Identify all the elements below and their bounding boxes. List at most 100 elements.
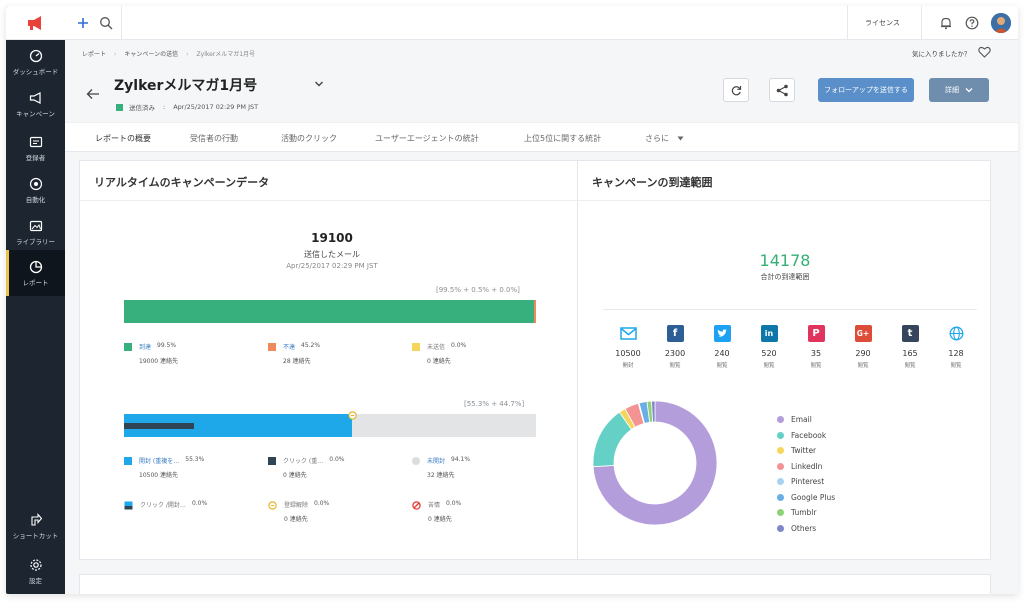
legend-label: Google Plus <box>791 492 836 502</box>
legend-swatch <box>268 343 276 351</box>
heart-icon[interactable] <box>978 46 991 58</box>
share-button[interactable] <box>769 78 795 102</box>
library-icon <box>29 220 42 231</box>
sidebar-item-library[interactable]: ライブラリー <box>6 212 65 252</box>
tab-report-overview[interactable]: レポートの概要 <box>95 133 151 144</box>
channel-label: 閲覧 <box>810 363 822 369</box>
status-separator: : <box>163 103 166 111</box>
legend-name: 苦情 <box>428 502 441 509</box>
legend-label: Email <box>791 415 812 425</box>
details-dropdown-button[interactable]: 詳細 <box>929 78 989 102</box>
tab-top5-stats[interactable]: 上位5位に関する統計 <box>524 133 601 144</box>
chevron-right-icon: › <box>114 51 117 58</box>
channel-label: 閲覧 <box>763 363 775 369</box>
chevron-down-icon[interactable] <box>314 80 324 88</box>
globe-icon <box>948 325 965 342</box>
bounced-segment <box>533 300 536 323</box>
legend-sub: 28 連絡先 <box>283 358 311 365</box>
sidebar-item-label: レポート <box>22 278 49 287</box>
legend-swatch <box>412 343 420 351</box>
sidebar-item-reports[interactable]: レポート <box>6 250 65 296</box>
tab-recipient-activity[interactable]: 受信者の行動 <box>190 133 238 144</box>
donut-legend-item[interactable]: Pinterest <box>777 474 835 490</box>
legend-name[interactable]: 到達 <box>139 342 151 351</box>
details-label: 詳細 <box>945 86 959 94</box>
legend-label: Facebook <box>791 430 827 440</box>
automation-icon <box>29 177 42 190</box>
app-logo[interactable] <box>6 6 65 40</box>
report-icon <box>29 260 42 273</box>
channel-value: 2300 <box>664 349 686 358</box>
channel-facebook: f 2300 閲覧 <box>652 325 698 369</box>
license-link[interactable]: ライセンス <box>865 18 900 28</box>
legend-pct: 0.0% <box>329 456 345 463</box>
donut-legend-item[interactable]: Google Plus <box>777 490 835 506</box>
sidebar-item-contacts[interactable]: 登録者 <box>6 128 65 168</box>
legend-sub: 0 連絡先 <box>428 516 452 523</box>
channel-pinterest: P 35 閲覧 <box>793 325 839 369</box>
sidebar-item-label: 登録者 <box>25 153 46 162</box>
legend-dot <box>777 493 784 501</box>
breadcrumb-item[interactable]: キャンペーンの送信 <box>124 51 178 58</box>
back-arrow-icon[interactable] <box>86 88 100 100</box>
legend-dot <box>777 509 784 517</box>
legend-label: LinkedIn <box>791 461 823 471</box>
sidebar-item-shortcuts[interactable]: ショートカット <box>6 506 65 546</box>
breadcrumb-item[interactable]: レポート <box>82 51 106 58</box>
legend-name[interactable]: 開封 (重複を… <box>139 456 179 465</box>
favorite-prompt: 気に入りましたか？ <box>912 50 971 58</box>
legend-complaints: 苦情 0.0% 0 連絡先 <box>412 500 461 523</box>
facebook-icon: f <box>666 325 684 342</box>
channel-stats-row: 10500 開封 f 2300 閲覧 240 閲覧 in 520 閲覧 P 35… <box>603 309 977 389</box>
chevron-down-icon <box>965 88 973 93</box>
tab-click-activity[interactable]: 活動のクリック <box>281 133 337 144</box>
click-open-icon <box>124 501 133 510</box>
search-icon[interactable] <box>99 16 113 30</box>
megaphone-icon <box>29 91 41 104</box>
legend-sub: 0 連絡先 <box>427 358 451 365</box>
legend-bounced: 不達 45.2% 28 連絡先 <box>268 342 320 365</box>
legend-name[interactable]: 未開封 <box>427 456 445 465</box>
channel-label: 閲覧 <box>669 363 681 369</box>
legend-name: クリック /開封… <box>140 502 186 509</box>
sidebar-item-label: キャンペーン <box>16 109 55 118</box>
app-window: ダッシュボード キャンペーン 登録者 自動化 ライブラリー レポート ショートカ… <box>6 6 1018 594</box>
sent-label: 送信したメール <box>304 250 360 259</box>
sidebar-item-campaigns[interactable]: キャンペーン <box>6 84 65 124</box>
open-rate-bar <box>124 414 536 437</box>
bell-icon[interactable] <box>939 16 953 30</box>
donut-legend-item[interactable]: Facebook <box>777 428 835 444</box>
donut-legend-item[interactable]: Email <box>777 412 835 428</box>
campaign-status: 送信済み : Apr/25/2017 02:29 PM JST <box>116 102 258 112</box>
help-icon[interactable] <box>965 16 979 30</box>
legend-sub: 0 連絡先 <box>283 472 307 479</box>
report-tabs: レポートの概要 受信者の行動 活動のクリック ユーザーエージェントの統計 上位5… <box>65 122 1018 152</box>
legend-sub: 0 連絡先 <box>284 516 308 523</box>
plus-icon[interactable] <box>77 17 89 29</box>
send-followup-button[interactable]: フォローアップを送信する <box>818 78 914 102</box>
legend-name[interactable]: 不達 <box>283 342 295 351</box>
tab-more[interactable]: さらに <box>645 133 684 144</box>
avatar[interactable] <box>991 13 1011 33</box>
channel-label: 開封 <box>622 363 634 369</box>
donut-legend-item[interactable]: Tumblr <box>777 505 835 521</box>
realtime-card-title: リアルタイムのキャンペーンデータ <box>80 161 577 201</box>
donut-legend-item[interactable]: LinkedIn <box>777 459 835 475</box>
refresh-button[interactable] <box>723 78 749 102</box>
sidebar-item-settings[interactable]: 設定 <box>6 551 65 591</box>
status-date: Apr/25/2017 02:29 PM JST <box>173 103 259 111</box>
gear-icon <box>29 558 42 571</box>
sidebar-item-dashboard[interactable]: ダッシュボード <box>6 42 65 82</box>
status-label: 送信済み <box>129 104 155 112</box>
legend-swatch <box>124 457 132 465</box>
tab-user-agent-stats[interactable]: ユーザーエージェントの統計 <box>375 133 479 144</box>
sidebar-item-automation[interactable]: 自動化 <box>6 170 65 210</box>
donut-legend-item[interactable]: Twitter <box>777 443 835 459</box>
delivery-percent-summary: [99.5% + 0.5% + 0.0%] <box>436 286 520 294</box>
donut-legend-item[interactable]: Others <box>777 521 835 537</box>
sidebar-item-label: 設定 <box>29 576 42 585</box>
sidebar-item-label: ダッシュボード <box>12 67 59 76</box>
legend-pct: 99.5% <box>157 342 177 349</box>
legend-sub: 19000 連絡先 <box>139 358 178 365</box>
channel-label: 閲覧 <box>904 363 916 369</box>
